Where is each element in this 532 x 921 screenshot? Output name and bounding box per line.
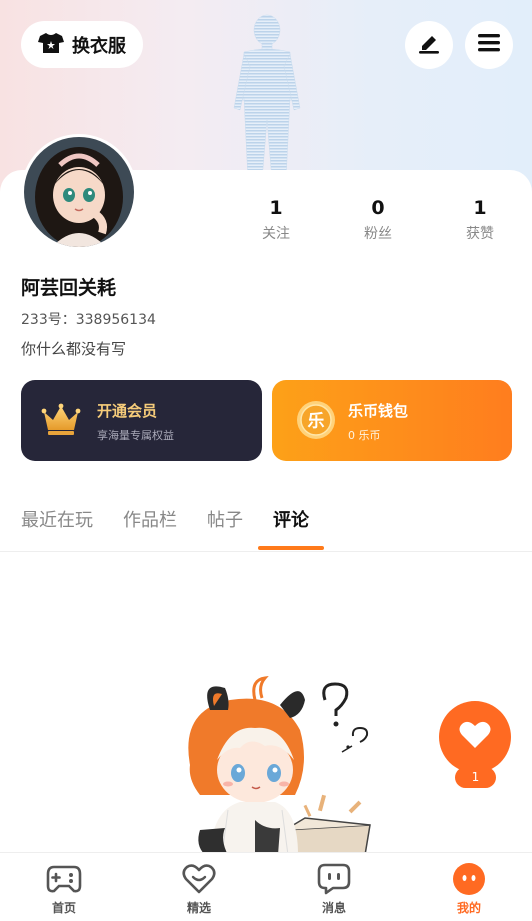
profile-tabs: 最近在玩 作品栏 帖子 评论 [0, 500, 532, 552]
heart-outline-icon [181, 861, 217, 897]
active-tab-indicator [258, 546, 324, 550]
tab-works[interactable]: 作品栏 [123, 506, 177, 532]
heart-icon [459, 721, 491, 753]
like-count-badge: 1 [455, 767, 496, 788]
wallet-title: 乐币钱包 [348, 402, 409, 420]
tab-comments[interactable]: 评论 [273, 506, 309, 532]
crown-icon [41, 402, 81, 442]
vip-title: 开通会员 [97, 402, 158, 420]
stat-followers-value: 0 [371, 197, 385, 219]
dress-up-label: 换衣服 [72, 35, 126, 57]
gamepad-icon [46, 861, 82, 897]
avatar-3d-silhouette [233, 14, 301, 180]
tab-posts[interactable]: 帖子 [207, 506, 243, 532]
nav-featured-label: 精选 [186, 901, 211, 915]
nav-me[interactable]: 我的 [434, 861, 504, 916]
stat-likes-label: 获赞 [466, 226, 494, 242]
vip-membership-card[interactable]: 开通会员 享海量专属权益 [21, 380, 262, 461]
edit-button[interactable] [405, 21, 453, 69]
vip-subtitle: 享海量专属权益 [97, 429, 174, 442]
username: 阿芸回关耗 [21, 277, 117, 299]
stat-following-label: 关注 [262, 226, 290, 242]
tshirt-icon [38, 32, 64, 58]
stat-likes-value: 1 [473, 197, 487, 219]
like-fab-button[interactable] [439, 701, 511, 773]
nav-home[interactable]: 首页 [29, 861, 99, 916]
avatar-image [24, 137, 134, 247]
menu-button[interactable] [465, 21, 513, 69]
nav-messages[interactable]: 消息 [299, 861, 369, 916]
stat-followers-label: 粉丝 [364, 226, 392, 242]
bio[interactable]: 你什么都没有写 [21, 338, 126, 359]
bottom-navigation: 首页 精选 消息 我的 [0, 852, 532, 921]
coin-char: 乐 [308, 412, 325, 432]
stat-following[interactable]: 1 关注 [236, 197, 316, 243]
nav-home-label: 首页 [51, 901, 76, 915]
pencil-icon [417, 31, 441, 59]
avatar[interactable] [21, 134, 137, 250]
tab-recently-played[interactable]: 最近在玩 [21, 506, 93, 532]
wallet-card[interactable]: 乐 乐币钱包 0 乐币 [272, 380, 512, 461]
nav-me-label: 我的 [456, 901, 481, 915]
nav-messages-label: 消息 [321, 901, 346, 915]
dress-up-button[interactable]: 换衣服 [21, 21, 143, 68]
nav-featured[interactable]: 精选 [164, 861, 234, 916]
chat-bubble-icon [316, 861, 352, 897]
wallet-balance: 0 乐币 [348, 429, 381, 442]
stat-followers[interactable]: 0 粉丝 [338, 197, 418, 243]
stat-following-value: 1 [269, 197, 283, 219]
face-icon [451, 861, 487, 897]
hamburger-menu-icon [477, 32, 501, 58]
empty-state-mascot-illustration [188, 675, 371, 855]
user-id[interactable]: 233号：338956134 [21, 309, 156, 329]
stat-likes[interactable]: 1 获赞 [440, 197, 520, 243]
coin-icon: 乐 [296, 400, 336, 444]
